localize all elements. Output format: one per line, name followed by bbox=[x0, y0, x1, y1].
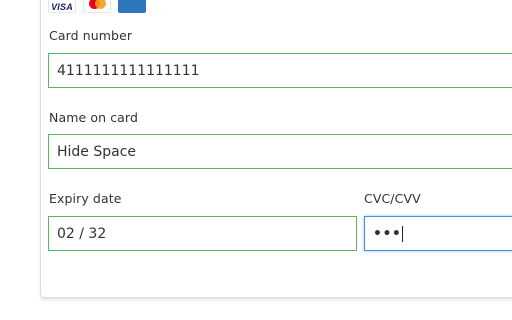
amex-logo-icon bbox=[118, 0, 146, 13]
accepted-cards: VISA bbox=[48, 0, 146, 13]
card-number-value: 4111111111111111 bbox=[57, 62, 200, 79]
mastercard-logo-icon bbox=[83, 0, 111, 13]
cvc-label: CVC/CVV bbox=[364, 191, 421, 206]
name-on-card-label: Name on card bbox=[49, 110, 138, 125]
visa-logo-icon: VISA bbox=[48, 0, 76, 13]
text-caret bbox=[402, 225, 404, 242]
card-number-input[interactable]: 4111111111111111 bbox=[48, 53, 512, 88]
cvc-masked-value: ••• bbox=[373, 225, 402, 242]
expiry-date-value: 02 / 32 bbox=[57, 225, 107, 242]
name-on-card-value: Hide Space bbox=[57, 143, 137, 160]
cvc-input[interactable]: ••• bbox=[364, 216, 512, 251]
expiry-date-label: Expiry date bbox=[49, 191, 122, 206]
expiry-date-input[interactable]: 02 / 32 bbox=[48, 216, 357, 251]
visa-logo-text: VISA bbox=[51, 2, 73, 12]
name-on-card-input[interactable]: Hide Space bbox=[48, 134, 512, 169]
card-number-label: Card number bbox=[49, 28, 133, 43]
